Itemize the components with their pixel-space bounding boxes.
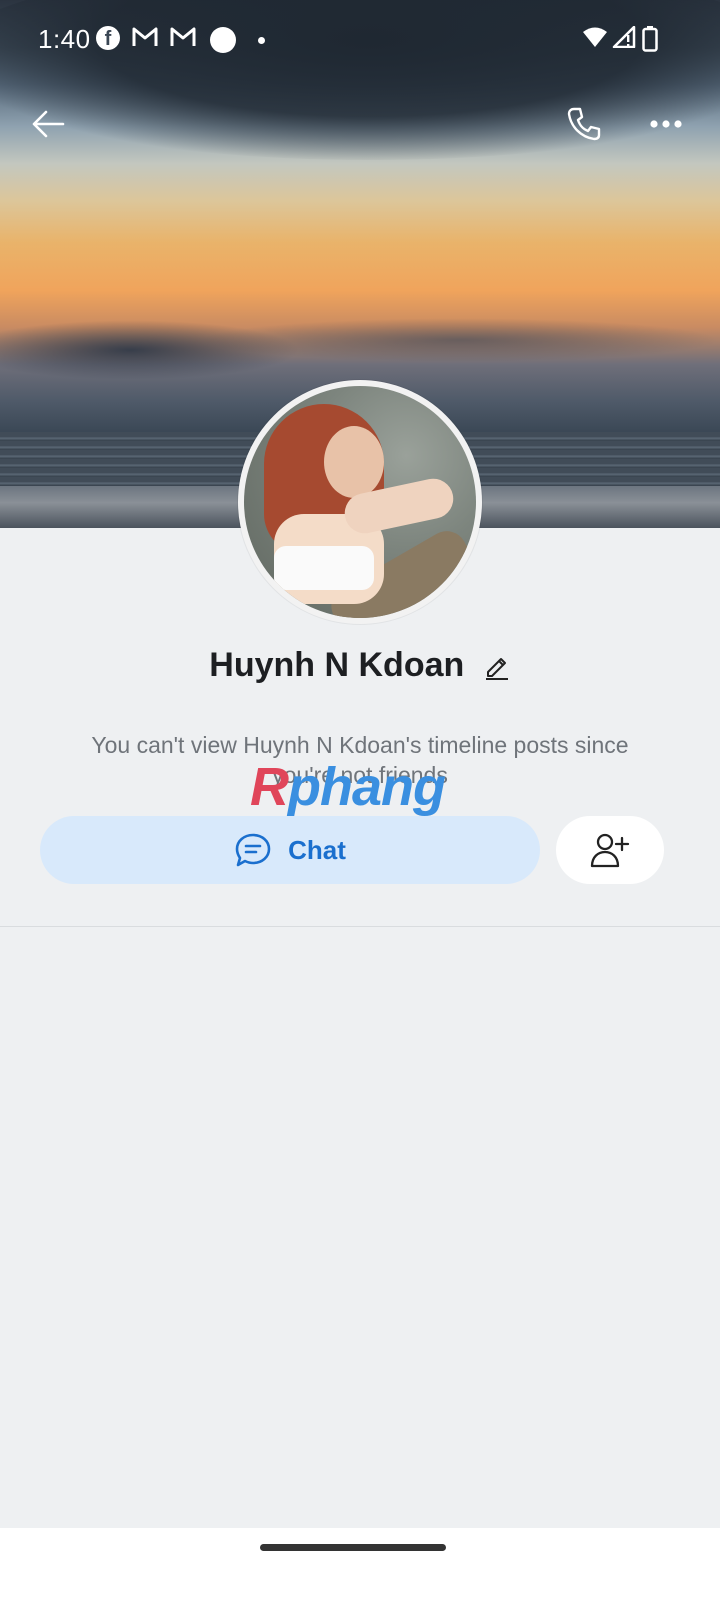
gmail-icon — [132, 27, 158, 46]
phone-icon — [567, 107, 601, 141]
chat-bubble-icon — [235, 833, 271, 867]
dot-icon — [258, 37, 265, 44]
status-bar: 1:40 f — [0, 0, 720, 80]
wifi-icon — [583, 27, 607, 47]
status-time: 1:40 — [38, 24, 91, 54]
signal-icon — [612, 26, 636, 48]
avatar[interactable] — [238, 380, 482, 624]
section-divider — [0, 926, 720, 927]
avatar-photo-detail — [324, 426, 384, 498]
back-arrow-icon — [32, 110, 65, 138]
more-options-button[interactable] — [640, 98, 692, 150]
pencil-icon — [485, 657, 508, 680]
profile-name-row: Huynh N Kdoan — [0, 646, 720, 685]
add-friend-button[interactable] — [556, 816, 664, 884]
add-friend-icon — [590, 833, 630, 868]
battery-icon — [642, 26, 658, 52]
chat-button[interactable]: Chat — [40, 816, 540, 884]
edit-name-button[interactable] — [483, 652, 511, 680]
avatar-photo — [244, 386, 476, 618]
watermark-part: phang — [288, 757, 446, 817]
profile-name: Huynh N Kdoan — [209, 646, 465, 684]
system-nav-bar — [0, 1528, 720, 1600]
cover-cloud — [200, 318, 720, 362]
chat-button-label: Chat — [288, 834, 346, 865]
gmail-icon — [170, 27, 196, 46]
home-gesture-bar[interactable] — [260, 1544, 446, 1551]
call-button[interactable] — [558, 98, 610, 150]
more-icon — [650, 120, 682, 128]
facebook-icon: f — [96, 26, 120, 50]
avatar-photo-detail — [274, 546, 374, 590]
watermark-logo: Rphang — [250, 756, 446, 818]
circle-icon — [210, 27, 236, 53]
back-button[interactable] — [22, 98, 74, 150]
watermark-part: R — [250, 757, 289, 817]
